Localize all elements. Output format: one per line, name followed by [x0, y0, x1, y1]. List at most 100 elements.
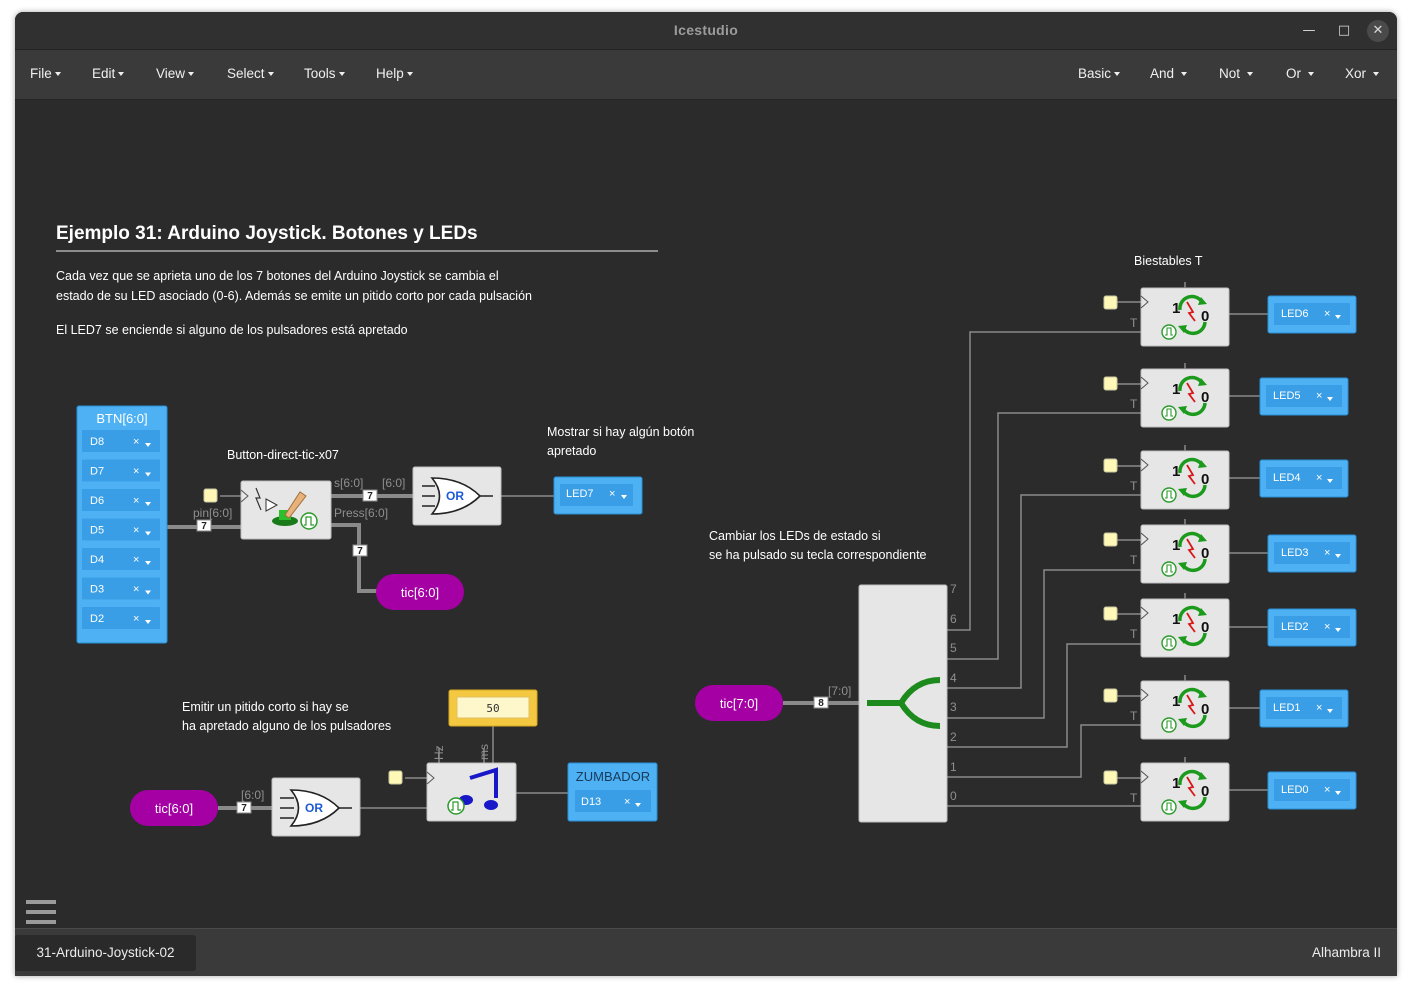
led-output-block[interactable]: LED3 ×: [1267, 534, 1357, 573]
constant-50[interactable]: 50: [448, 689, 538, 727]
remove-pin-icon[interactable]: ×: [133, 584, 139, 596]
split-index-label: 5: [950, 641, 957, 655]
svg-text:[6:0]: [6:0]: [241, 788, 264, 802]
menu-xor[interactable]: Xor: [1345, 66, 1379, 81]
led7-output-block[interactable]: LED7 ×: [553, 476, 643, 515]
t-flipflops: T1 0 T1 0 T1 0 T1 0 T1 0 T1 0 T1 0: [1103, 282, 1230, 822]
menu-view[interactable]: View: [156, 66, 195, 81]
svg-text:tic[6:0]: tic[6:0]: [401, 585, 439, 600]
led-outputs: LED6 × LED5 × LED4 × LED3 × LED2 × LED1 × LED0 ×: [1259, 295, 1357, 810]
remove-pin-icon[interactable]: ×: [133, 466, 139, 478]
note-player-block[interactable]: [426, 762, 517, 822]
note-beep-2: ha apretado alguno de los pulsadores: [182, 719, 391, 733]
t-flipflop-block[interactable]: T1 0: [1103, 445, 1230, 510]
svg-text:OR: OR: [305, 801, 323, 815]
heading: Ejemplo 31: Arduino Joystick. Botones y …: [56, 223, 478, 244]
clock-input: [1103, 376, 1118, 391]
note-button: Button-direct-tic-x07: [227, 448, 339, 462]
btn-pin-label: D3: [90, 584, 104, 596]
tic-tag-2[interactable]: tic[7:0]: [695, 685, 783, 721]
buzzer-output-block[interactable]: ZUMBADOR D13 ×: [567, 762, 658, 822]
clock-input: [1103, 606, 1118, 621]
btn-pin-label: D4: [90, 554, 104, 566]
btn-pin-label: D2: [90, 613, 104, 625]
led-output-block[interactable]: LED1 ×: [1259, 689, 1349, 728]
menu-or[interactable]: Or: [1286, 66, 1314, 81]
led-pin-label: LED6: [1281, 308, 1309, 320]
led-output-block[interactable]: LED2 ×: [1267, 608, 1357, 647]
window-title: Icestudio: [673, 22, 739, 38]
led-output-block[interactable]: LED6 ×: [1267, 295, 1357, 334]
split-index-label: 4: [950, 671, 957, 685]
menu-tools[interactable]: Tools: [304, 66, 345, 81]
status-bar: 31-Arduino-Joystick-02 Alhambra II: [15, 928, 1397, 976]
svg-text:s[6:0]: s[6:0]: [334, 476, 363, 490]
remove-pin-icon[interactable]: ×: [133, 436, 139, 448]
menu-edit[interactable]: Edit: [92, 66, 125, 81]
board-name[interactable]: Alhambra II: [1312, 945, 1381, 960]
split-index-label: 7: [950, 582, 957, 596]
t-flipflop-block[interactable]: T1 0: [1103, 363, 1230, 428]
remove-pin-icon[interactable]: ×: [1324, 547, 1330, 559]
remove-pin-icon[interactable]: ×: [1316, 390, 1322, 402]
menu-not[interactable]: Not: [1219, 66, 1253, 81]
menu-file[interactable]: File: [30, 66, 61, 81]
design-canvas[interactable]: Ejemplo 31: Arduino Joystick. Botones y …: [15, 100, 1397, 928]
led-output-block[interactable]: LED5 ×: [1259, 377, 1349, 416]
led-output-block[interactable]: LED4 ×: [1259, 459, 1349, 498]
button-tic-block[interactable]: [240, 480, 332, 540]
menu-help[interactable]: Help: [376, 66, 413, 81]
note-change-2: se ha pulsado su tecla correspondiente: [709, 548, 927, 562]
svg-text:D13: D13: [581, 796, 601, 808]
remove-pin-icon[interactable]: ×: [133, 613, 139, 625]
t-flipflop-block[interactable]: T1 0: [1103, 593, 1230, 658]
remove-pin-icon[interactable]: ×: [1316, 472, 1322, 484]
maximize-icon[interactable]: □: [1333, 20, 1355, 42]
tic-tag-1[interactable]: tic[6:0]: [376, 574, 464, 610]
remove-pin-icon[interactable]: ×: [1324, 308, 1330, 320]
remove-pin-icon[interactable]: ×: [1316, 702, 1322, 714]
remove-pin-icon[interactable]: ×: [1324, 621, 1330, 633]
led-pin-label: LED0: [1281, 784, 1309, 796]
split-index-label: 2: [950, 730, 957, 744]
t-port-label: T: [1130, 479, 1138, 493]
t-flipflop-block[interactable]: T1 0: [1103, 757, 1230, 822]
menu-basic[interactable]: Basic: [1078, 66, 1121, 81]
tic-tag-3[interactable]: tic[6:0]: [130, 790, 218, 826]
remove-pin-icon[interactable]: ×: [133, 495, 139, 507]
split-index-label: 3: [950, 700, 957, 714]
clock-input: [1103, 458, 1118, 473]
remove-pin-icon[interactable]: ×: [133, 525, 139, 537]
svg-text:Hz: Hz: [432, 745, 446, 760]
split-index-label: 1: [950, 760, 957, 774]
t-flipflop-block[interactable]: T1 0: [1103, 519, 1230, 584]
svg-text:OR: OR: [446, 489, 464, 503]
remove-pin-icon[interactable]: ×: [1324, 784, 1330, 796]
minimize-icon[interactable]: —: [1298, 20, 1320, 42]
btn-input-block[interactable]: BTN[6:0] D8 × D7 × D6 × D5 × D4 × D3 × D2 ×: [76, 405, 168, 644]
t-flipflop-block[interactable]: T1 0: [1103, 282, 1230, 347]
t-flipflop-block[interactable]: T1 0: [1103, 675, 1230, 740]
svg-text:[6:0]: [6:0]: [382, 476, 405, 490]
splitter-block[interactable]: 7 6 5 4 3 2 1 0: [858, 582, 957, 823]
svg-text:7: 7: [201, 521, 207, 532]
desc-line-3: El LED7 se enciende si alguno de los pul…: [56, 323, 408, 337]
or-gate-top[interactable]: OR: [412, 466, 502, 526]
btn-pin-label: D7: [90, 466, 104, 478]
note-beep-1: Emitir un pitido corto si hay se: [182, 700, 349, 714]
led-output-block[interactable]: LED0 ×: [1267, 771, 1357, 810]
app-window: Icestudio — □ ✕ File Edit View Select To…: [15, 12, 1397, 976]
remove-pin-icon[interactable]: ×: [133, 554, 139, 566]
or-gate-bottom[interactable]: OR: [271, 777, 361, 837]
project-tab[interactable]: 31-Arduino-Joystick-02: [15, 935, 196, 971]
svg-text:pin[6:0]: pin[6:0]: [193, 506, 232, 520]
svg-text:ms: ms: [477, 744, 491, 760]
hamburger-menu-icon[interactable]: [26, 900, 56, 924]
led-pin-label: LED3: [1281, 547, 1309, 559]
svg-text:7: 7: [357, 546, 363, 557]
menu-bar: File Edit View Select Tools Help Basic A…: [15, 50, 1397, 100]
close-icon[interactable]: ✕: [1367, 20, 1389, 42]
menu-select[interactable]: Select: [227, 66, 274, 81]
svg-text:ZUMBADOR: ZUMBADOR: [576, 769, 650, 784]
menu-and[interactable]: And: [1150, 66, 1187, 81]
